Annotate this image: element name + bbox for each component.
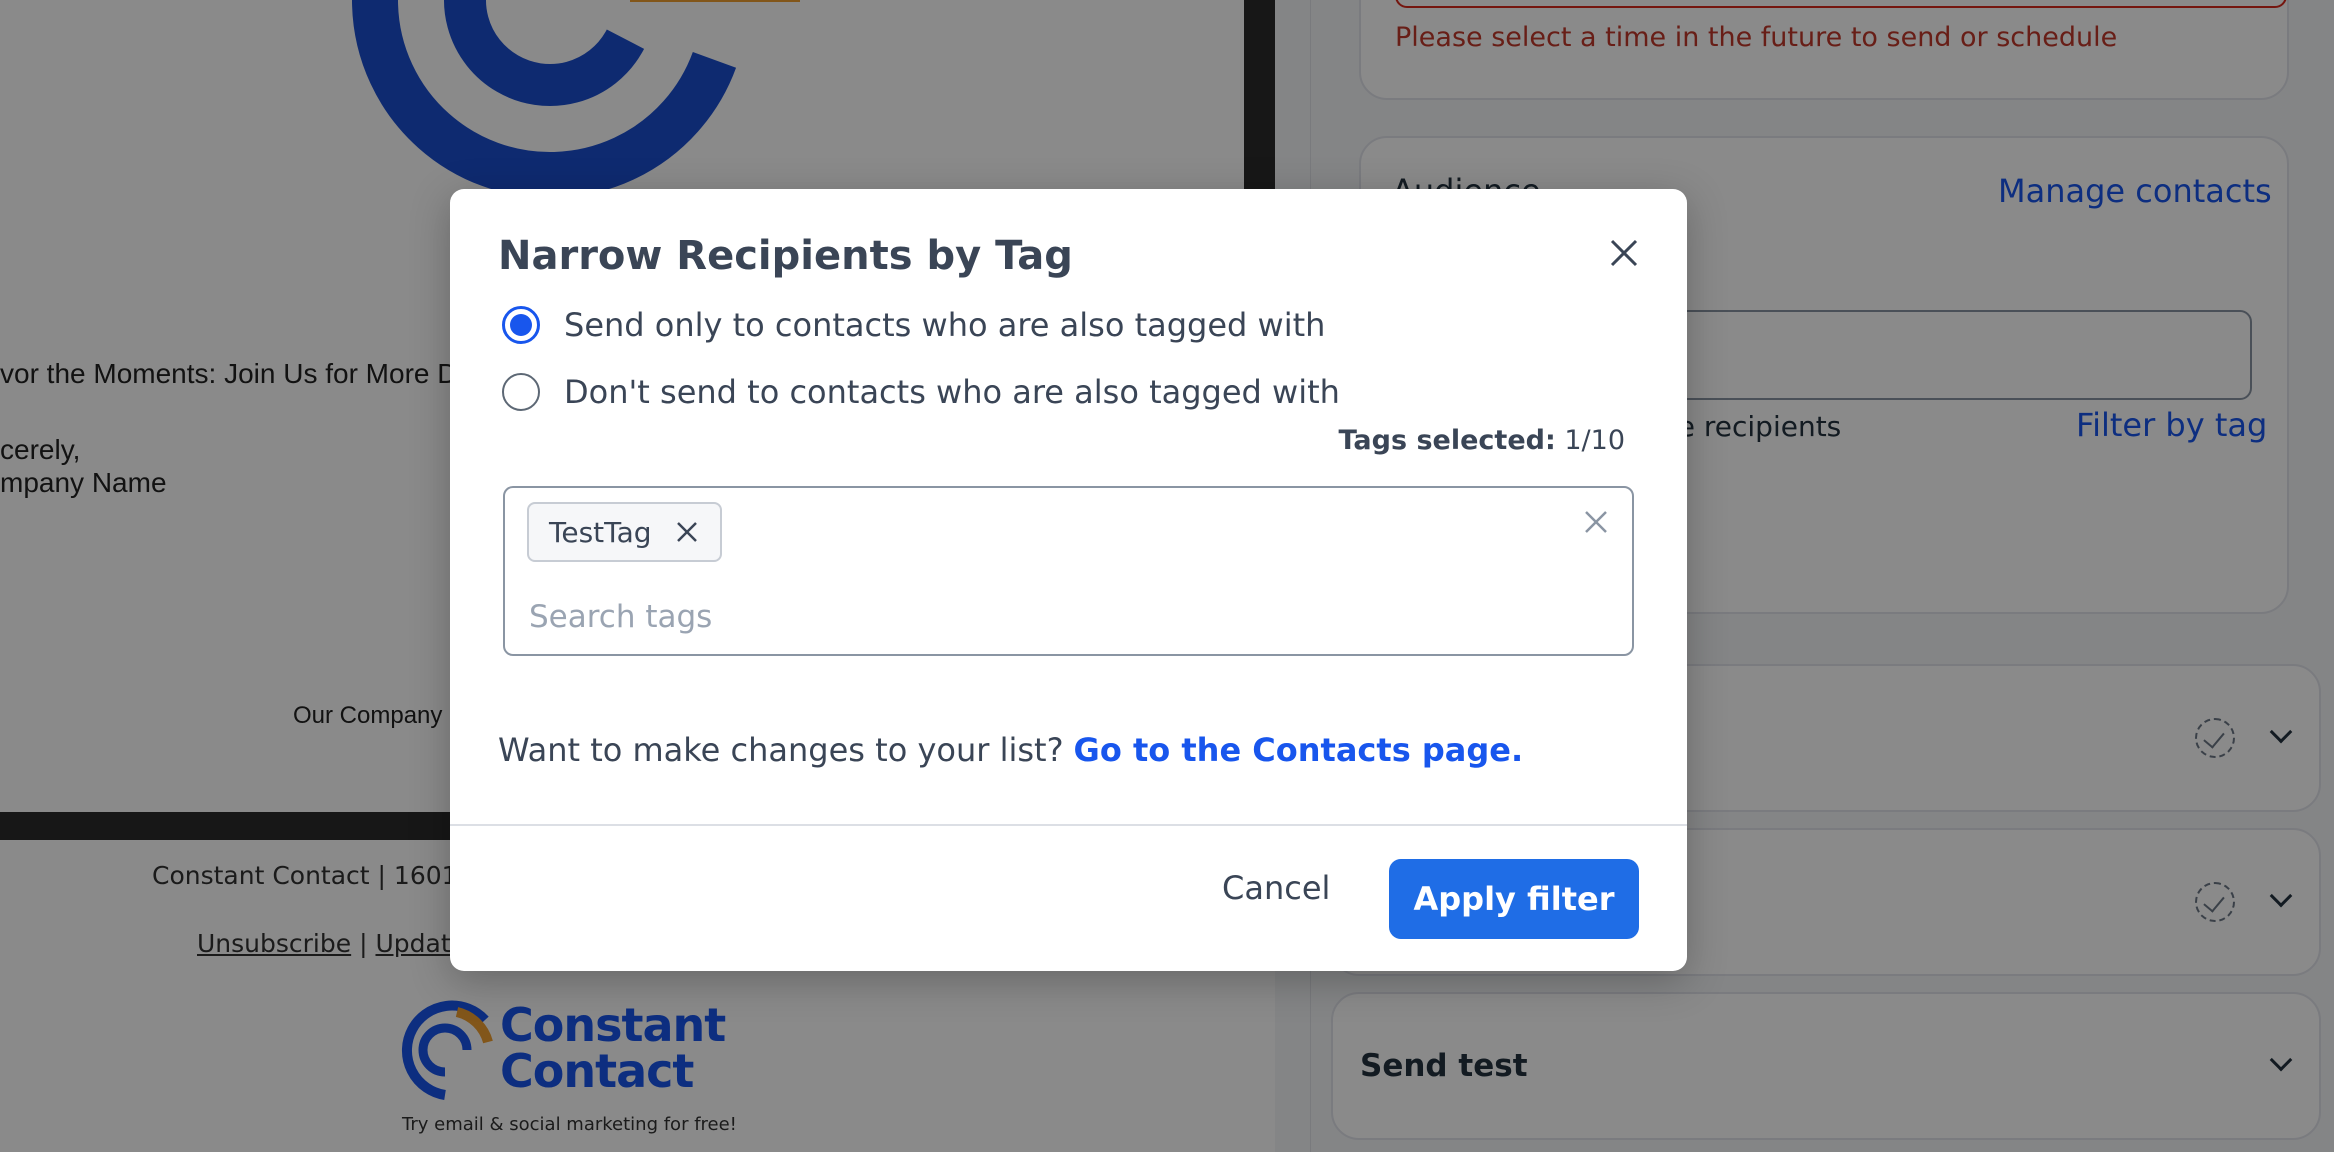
clear-icon[interactable] [1580,506,1612,538]
x-icon[interactable] [674,519,700,545]
tags-selected-value: 1/10 [1564,425,1625,456]
modal-title: Narrow Recipients by Tag [498,233,1073,279]
radio-exclude[interactable] [502,373,540,411]
close-icon[interactable] [1602,231,1646,275]
tag-search-input[interactable] [529,592,1529,642]
radio-exclude-label: Don't send to contacts who are also tagg… [564,373,1340,411]
tags-selected-label: Tags selected: [1338,425,1556,456]
radio-option-include[interactable]: Send only to contacts who are also tagge… [502,303,1325,347]
narrow-recipients-modal: Narrow Recipients by Tag Send only to co… [450,189,1687,971]
cancel-button[interactable]: Cancel [1222,848,1330,928]
tag-chip: TestTag [527,502,722,562]
contacts-page-link[interactable]: Go to the Contacts page. [1074,731,1524,769]
modal-divider [450,824,1687,826]
radio-include[interactable] [502,306,540,344]
contacts-prompt-text: Want to make changes to your list? [498,731,1064,769]
radio-include-label: Send only to contacts who are also tagge… [564,306,1326,344]
tag-multiselect[interactable]: TestTag [503,486,1634,656]
contacts-prompt: Want to make changes to your list? Go to … [498,731,1523,769]
apply-filter-button[interactable]: Apply filter [1389,859,1639,939]
tag-chip-label: TestTag [549,515,652,549]
radio-option-exclude[interactable]: Don't send to contacts who are also tagg… [502,370,1340,414]
tags-selected-counter: Tags selected: 1/10 [1339,425,1626,456]
